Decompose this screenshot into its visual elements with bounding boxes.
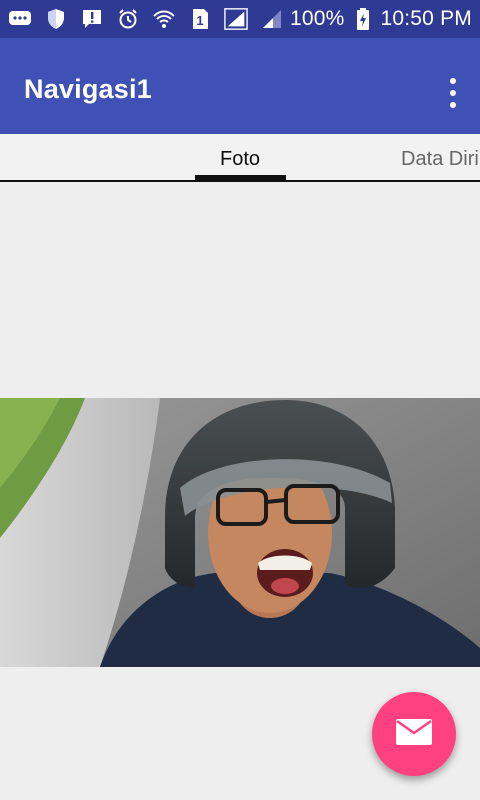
status-icons: 1: [8, 7, 284, 31]
profile-photo: [0, 398, 480, 667]
signal-icon: [224, 7, 248, 31]
clock: 10:50 PM: [380, 7, 472, 30]
tab-selected-indicator: [195, 175, 286, 180]
sim-1-icon: 1: [188, 7, 212, 31]
messages-icon: [8, 7, 32, 31]
email-fab-button[interactable]: [372, 692, 456, 776]
battery-charging-icon: [351, 7, 375, 31]
wifi-icon: [152, 7, 176, 31]
shield-icon: [44, 7, 68, 31]
email-icon: [395, 718, 433, 751]
signal-weak-icon: [260, 7, 284, 31]
overflow-menu-icon[interactable]: [448, 78, 458, 108]
sim-slot-label: 1: [196, 13, 203, 28]
app-bar: Navigasi1: [0, 38, 480, 134]
battery-percent: 100%: [289, 7, 345, 30]
tab-foto[interactable]: Foto: [220, 148, 260, 171]
tab-data-diri[interactable]: Data Diri: [401, 148, 479, 171]
alarm-icon: [116, 7, 140, 31]
app-title: Navigasi1: [24, 74, 152, 104]
alert-message-icon: [80, 7, 104, 31]
status-bar: 1 100% 10:50 PM: [0, 0, 480, 38]
status-right: 100% 10:50 PM: [290, 7, 472, 31]
